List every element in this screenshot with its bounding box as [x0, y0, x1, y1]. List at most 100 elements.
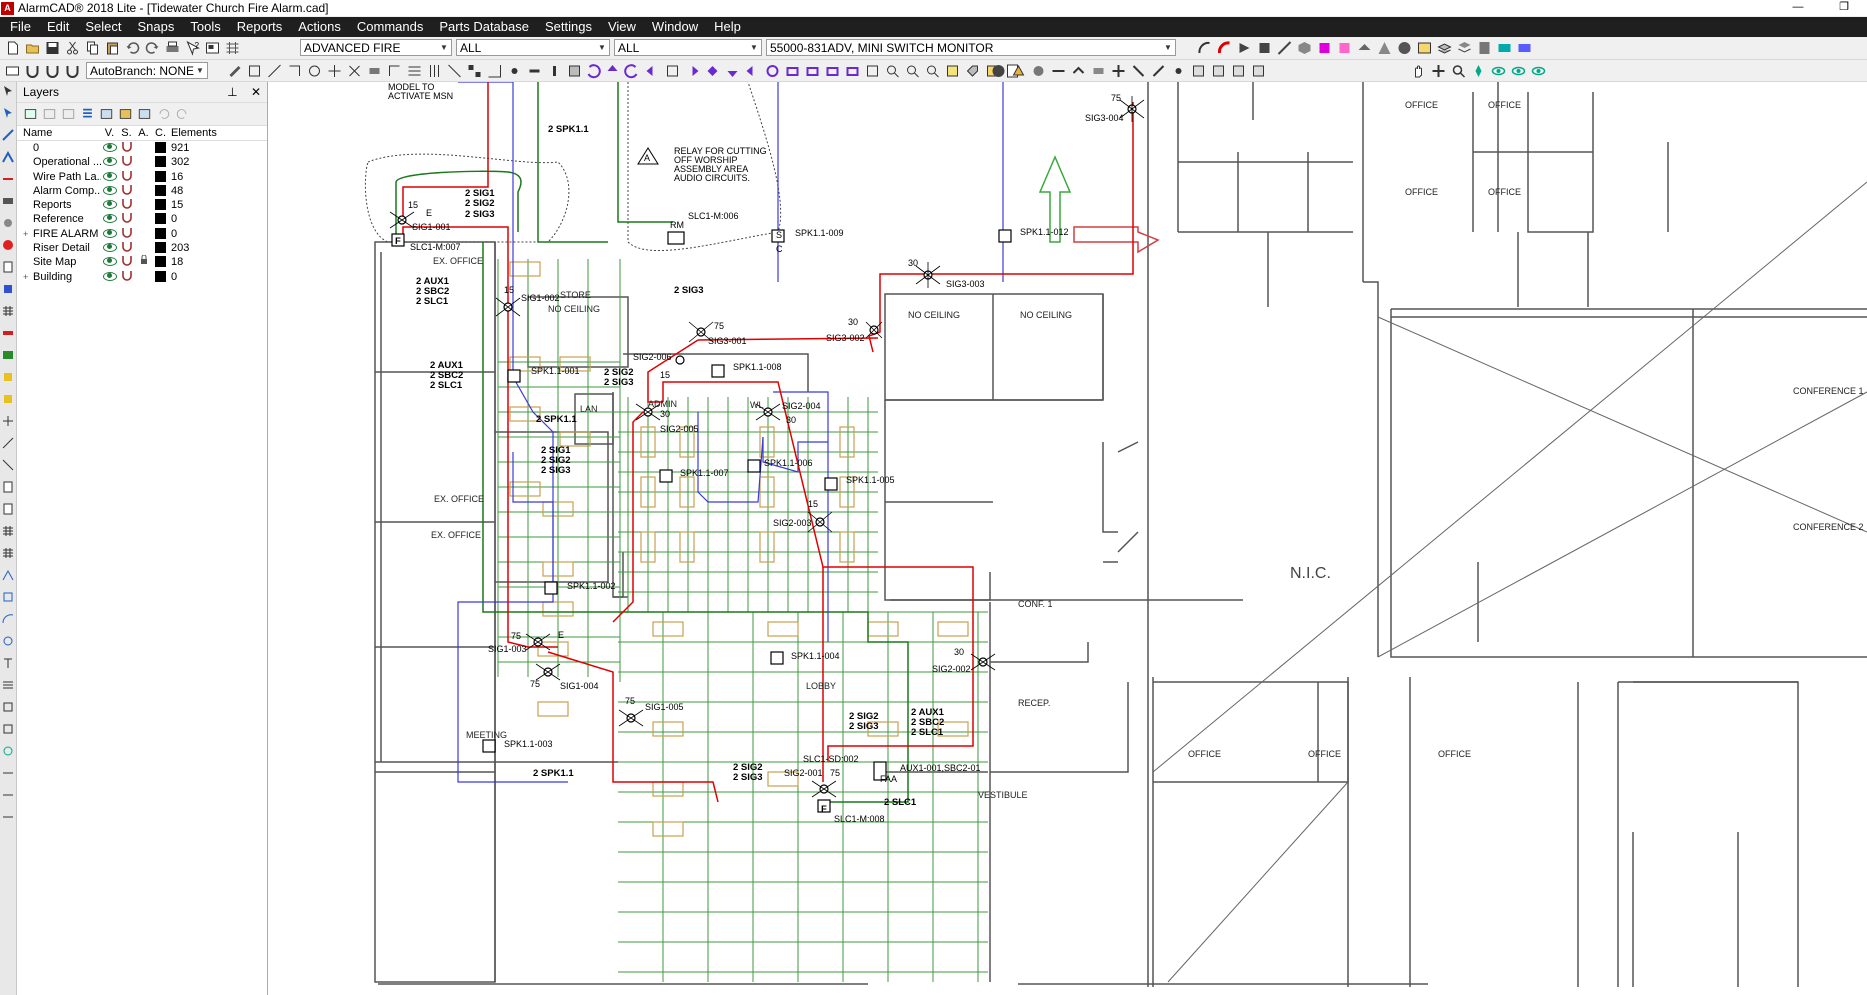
- zoom-out-icon[interactable]: [924, 63, 941, 79]
- edit-tool-12-icon[interactable]: [446, 63, 463, 79]
- compass-icon[interactable]: [1470, 63, 1487, 79]
- magnet-icon[interactable]: [24, 63, 41, 79]
- edit-tool-9-icon[interactable]: [386, 63, 403, 79]
- color-swatch[interactable]: [152, 141, 169, 155]
- menu-parts-database[interactable]: Parts Database: [431, 17, 537, 37]
- menu-select[interactable]: Select: [77, 17, 129, 37]
- stop-icon[interactable]: [2, 239, 14, 251]
- shape2-tool-icon[interactable]: [804, 63, 821, 79]
- magnet3-icon[interactable]: [64, 63, 81, 79]
- col-visible[interactable]: V.: [101, 126, 118, 140]
- arrow-down-icon[interactable]: [724, 63, 741, 79]
- visible-toggle[interactable]: [101, 141, 118, 155]
- layer-sort-icon[interactable]: [80, 107, 95, 121]
- edit-tool-3-icon[interactable]: [266, 63, 283, 79]
- filter2-select[interactable]: ALL ▼: [614, 39, 762, 56]
- tool-arc-icon[interactable]: [2, 613, 14, 625]
- layer-row[interactable]: + Building 0: [17, 270, 267, 284]
- color-swatch[interactable]: [152, 270, 169, 284]
- line-tool-icon[interactable]: [1276, 40, 1293, 56]
- paste-icon[interactable]: [104, 40, 121, 56]
- visible-toggle[interactable]: [101, 270, 118, 284]
- tool-line5-icon[interactable]: [2, 811, 14, 823]
- color-swatch[interactable]: [152, 198, 169, 212]
- layers-tool-icon[interactable]: [1436, 40, 1453, 56]
- layer-row[interactable]: Reports 15: [17, 198, 267, 212]
- color-swatch[interactable]: [152, 255, 169, 269]
- device-icon-5[interactable]: [1070, 63, 1087, 79]
- visible-toggle[interactable]: [101, 241, 118, 255]
- edit-tool-5-icon[interactable]: [306, 63, 323, 79]
- edit-tool-6-icon[interactable]: [326, 63, 343, 79]
- undo-icon[interactable]: [124, 40, 141, 56]
- device-icon-4[interactable]: [1050, 63, 1067, 79]
- menu-window[interactable]: Window: [644, 17, 706, 37]
- lock-toggle[interactable]: [135, 170, 152, 184]
- color-swatch[interactable]: [152, 184, 169, 198]
- layer-group-icon[interactable]: [99, 107, 114, 121]
- shape3-tool-icon[interactable]: [824, 63, 841, 79]
- tool-rect-icon[interactable]: [2, 591, 14, 603]
- tool-yellow2-icon[interactable]: [2, 393, 14, 405]
- save-icon[interactable]: [44, 40, 61, 56]
- tool-line3-icon[interactable]: [2, 767, 14, 779]
- tool-text-icon[interactable]: [2, 657, 14, 669]
- tool-box-icon[interactable]: [2, 701, 14, 713]
- edit-tool-15-icon[interactable]: [506, 63, 523, 79]
- expand-icon[interactable]: +: [23, 270, 33, 284]
- restore-button[interactable]: ❐: [1821, 0, 1867, 16]
- layer-row[interactable]: + FIRE ALARM 0: [17, 227, 267, 241]
- help-icon[interactable]: ?: [184, 40, 201, 56]
- lock-toggle[interactable]: [135, 141, 152, 155]
- color-swatch[interactable]: [152, 212, 169, 226]
- edit-tool-14-icon[interactable]: [486, 63, 503, 79]
- layer-row[interactable]: Site Map 18: [17, 255, 267, 269]
- menu-snaps[interactable]: Snaps: [130, 17, 183, 37]
- snap-toggle[interactable]: [118, 198, 135, 212]
- search-icon[interactable]: [1450, 63, 1467, 79]
- col-elements[interactable]: Elements: [169, 126, 239, 140]
- tool-line4-icon[interactable]: [2, 789, 14, 801]
- layer-icon[interactable]: [204, 40, 221, 56]
- edit-tool-4-icon[interactable]: [286, 63, 303, 79]
- menu-reports[interactable]: Reports: [229, 17, 291, 37]
- lock-toggle[interactable]: [135, 212, 152, 226]
- menu-settings[interactable]: Settings: [537, 17, 600, 37]
- snap-toggle[interactable]: [118, 241, 135, 255]
- open-icon[interactable]: [24, 40, 41, 56]
- device-icon-13[interactable]: [1230, 63, 1247, 79]
- close-icon[interactable]: ✕: [251, 85, 261, 99]
- grid-icon[interactable]: [224, 40, 241, 56]
- copy-icon[interactable]: [84, 40, 101, 56]
- visible-toggle[interactable]: [101, 155, 118, 169]
- ctrl-icon[interactable]: [2, 195, 14, 207]
- menu-actions[interactable]: Actions: [290, 17, 349, 37]
- view-eye3-icon[interactable]: [1530, 63, 1547, 79]
- pink-tool-icon[interactable]: [1336, 40, 1353, 56]
- rect-tool-icon[interactable]: [1256, 40, 1273, 56]
- filter1-select[interactable]: ALL ▼: [456, 39, 610, 56]
- layer-import-icon[interactable]: [137, 107, 152, 121]
- col-color[interactable]: C.: [152, 126, 169, 140]
- lock-toggle[interactable]: [135, 255, 152, 269]
- visible-toggle[interactable]: [101, 170, 118, 184]
- tool-grid-icon[interactable]: [2, 525, 14, 537]
- gear-tool-icon[interactable]: [764, 63, 781, 79]
- table-icon[interactable]: [2, 305, 14, 317]
- drawing-canvas[interactable]: MODEL TO ACTIVATE MSN RELAY FOR CUTTING …: [268, 82, 1867, 995]
- new-layer-icon[interactable]: [23, 107, 38, 121]
- edit-tool-1-icon[interactable]: [226, 63, 243, 79]
- redo-icon[interactable]: [144, 40, 161, 56]
- layer-row[interactable]: Riser Detail 203: [17, 241, 267, 255]
- snap-toggle[interactable]: [118, 227, 135, 241]
- color-swatch[interactable]: [152, 241, 169, 255]
- slab-tool-icon[interactable]: [1356, 40, 1373, 56]
- visible-toggle[interactable]: [101, 255, 118, 269]
- layer-props-icon[interactable]: [61, 107, 76, 121]
- arrow-left-icon[interactable]: [644, 63, 661, 79]
- col-active[interactable]: A.: [135, 126, 152, 140]
- manufacturer-select[interactable]: ADVANCED FIRE SYSTEMS▼: [300, 39, 452, 72]
- tool-doc-icon[interactable]: [2, 481, 14, 493]
- doc-icon[interactable]: [2, 261, 14, 273]
- shape4-tool-icon[interactable]: [844, 63, 861, 79]
